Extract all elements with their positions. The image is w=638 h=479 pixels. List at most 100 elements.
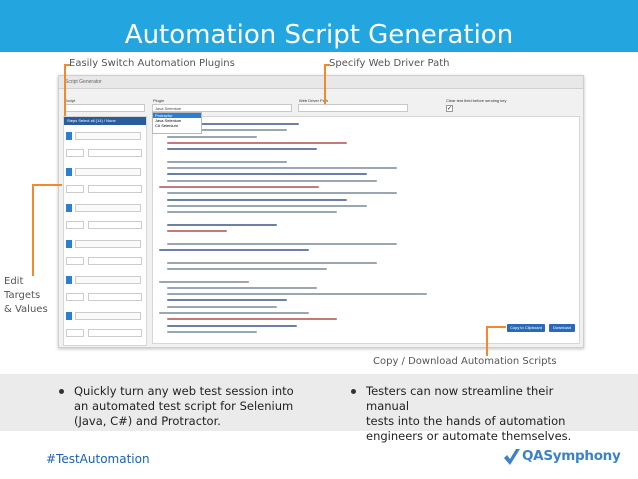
step-command-input[interactable] — [75, 240, 141, 248]
locator-type-select[interactable] — [66, 293, 84, 301]
locator-type-select[interactable] — [66, 329, 84, 337]
code-line — [167, 179, 377, 182]
code-line — [167, 167, 397, 170]
locator-value-input[interactable] — [88, 329, 142, 337]
callout-edit-targets: Edit Targets & Values — [4, 276, 48, 315]
bullet-2-text: Testers can now streamline their manual … — [366, 384, 572, 443]
callout-line-plugins-h — [64, 64, 70, 66]
code-line — [167, 230, 227, 233]
code-line — [167, 198, 347, 201]
code-line — [159, 186, 319, 188]
bullet-2: Testers can now streamline their manual … — [351, 384, 611, 443]
callout-line-targets — [32, 184, 34, 276]
code-line — [167, 211, 337, 214]
step-target-row[interactable] — [66, 329, 144, 337]
step-row[interactable] — [66, 239, 144, 249]
hashtag-text: #TestAutomation — [46, 452, 150, 466]
code-line — [167, 223, 277, 226]
code-line — [167, 160, 287, 163]
code-line — [167, 192, 397, 195]
code-line — [167, 148, 317, 151]
logo-checkmark-icon — [504, 449, 520, 465]
bullet-1: Quickly turn any web test session into a… — [59, 384, 319, 429]
callout-copy-download: Copy / Download Automation Scripts — [373, 356, 557, 367]
step-target-row[interactable] — [66, 185, 144, 193]
clear-field-label: Clear test field before sending key — [446, 98, 507, 103]
bullet-dot — [59, 389, 64, 394]
step-row[interactable] — [66, 203, 144, 213]
step-number-badge — [66, 240, 72, 248]
code-line — [167, 305, 277, 308]
code-line — [167, 173, 367, 176]
script-label: Script — [65, 98, 76, 103]
code-line — [167, 204, 367, 207]
code-line — [159, 312, 309, 314]
callout-line-driver — [324, 64, 326, 104]
code-line — [159, 249, 309, 251]
code-line — [167, 293, 427, 296]
callout-line-copy-h — [486, 326, 506, 328]
code-line — [167, 242, 397, 245]
code-line — [167, 261, 377, 264]
plugin-dropdown-list: Protractor Java Selenium C# Selenium — [152, 112, 202, 134]
code-panel — [152, 116, 580, 344]
download-button[interactable]: Download — [549, 324, 575, 332]
locator-value-input[interactable] — [88, 185, 142, 193]
steps-panel: Steps Select all (14) / None — [63, 116, 147, 346]
callout-line-copy — [486, 326, 488, 356]
step-row[interactable] — [66, 275, 144, 285]
step-target-row[interactable] — [66, 257, 144, 265]
script-select[interactable] — [65, 104, 145, 112]
app-screenshot: Script Generator Script Plugin Java Sele… — [58, 75, 584, 348]
steps-header[interactable]: Steps Select all (14) / None — [64, 117, 146, 125]
step-number-badge — [66, 132, 72, 140]
locator-value-input[interactable] — [88, 221, 142, 229]
locator-value-input[interactable] — [88, 293, 142, 301]
step-number-badge — [66, 168, 72, 176]
logo-text: QASymphony — [522, 448, 621, 464]
locator-type-select[interactable] — [66, 221, 84, 229]
callout-line-plugins — [64, 64, 66, 116]
step-target-row[interactable] — [66, 149, 144, 157]
code-line — [167, 135, 257, 138]
locator-value-input[interactable] — [88, 149, 142, 157]
code-line — [159, 280, 249, 283]
code-line — [167, 286, 317, 289]
step-command-input[interactable] — [75, 312, 141, 320]
code-line — [167, 141, 347, 144]
callout-line-targets-h — [32, 184, 62, 186]
plugin-select[interactable]: Java Selenium — [152, 104, 292, 112]
code-line — [167, 318, 337, 321]
step-command-input[interactable] — [75, 168, 141, 176]
step-number-badge — [66, 204, 72, 212]
step-row[interactable] — [66, 311, 144, 321]
clear-field-checkbox[interactable]: ✓ — [446, 105, 453, 112]
locator-type-select[interactable] — [66, 257, 84, 265]
step-row[interactable] — [66, 131, 144, 141]
step-target-row[interactable] — [66, 293, 144, 301]
qasymphony-logo: QASymphony — [502, 445, 622, 469]
bullet-1-text: Quickly turn any web test session into a… — [74, 384, 294, 428]
step-command-input[interactable] — [75, 132, 141, 140]
code-line — [167, 324, 297, 327]
driver-path-input[interactable] — [298, 104, 408, 112]
plugin-option-csharp-selenium[interactable]: C# Selenium — [153, 123, 201, 128]
code-line — [167, 267, 327, 270]
step-command-input[interactable] — [75, 276, 141, 284]
code-line — [167, 299, 287, 302]
locator-type-select[interactable] — [66, 185, 84, 193]
code-line — [167, 330, 257, 333]
slide-title: Automation Script Generation — [124, 20, 514, 50]
step-row[interactable] — [66, 167, 144, 177]
step-command-input[interactable] — [75, 204, 141, 212]
locator-value-input[interactable] — [88, 257, 142, 265]
step-target-row[interactable] — [66, 221, 144, 229]
plugin-label: Plugin — [153, 98, 165, 103]
step-number-badge — [66, 276, 72, 284]
callout-driver-path: Specify Web Driver Path — [329, 58, 450, 69]
locator-type-select[interactable] — [66, 149, 84, 157]
bullet-dot — [351, 389, 356, 394]
copy-to-clipboard-button[interactable]: Copy to Clipboard — [507, 324, 545, 332]
slide: Automation Script Generation Easily Swit… — [0, 0, 638, 479]
app-header: Script Generator — [59, 76, 583, 89]
